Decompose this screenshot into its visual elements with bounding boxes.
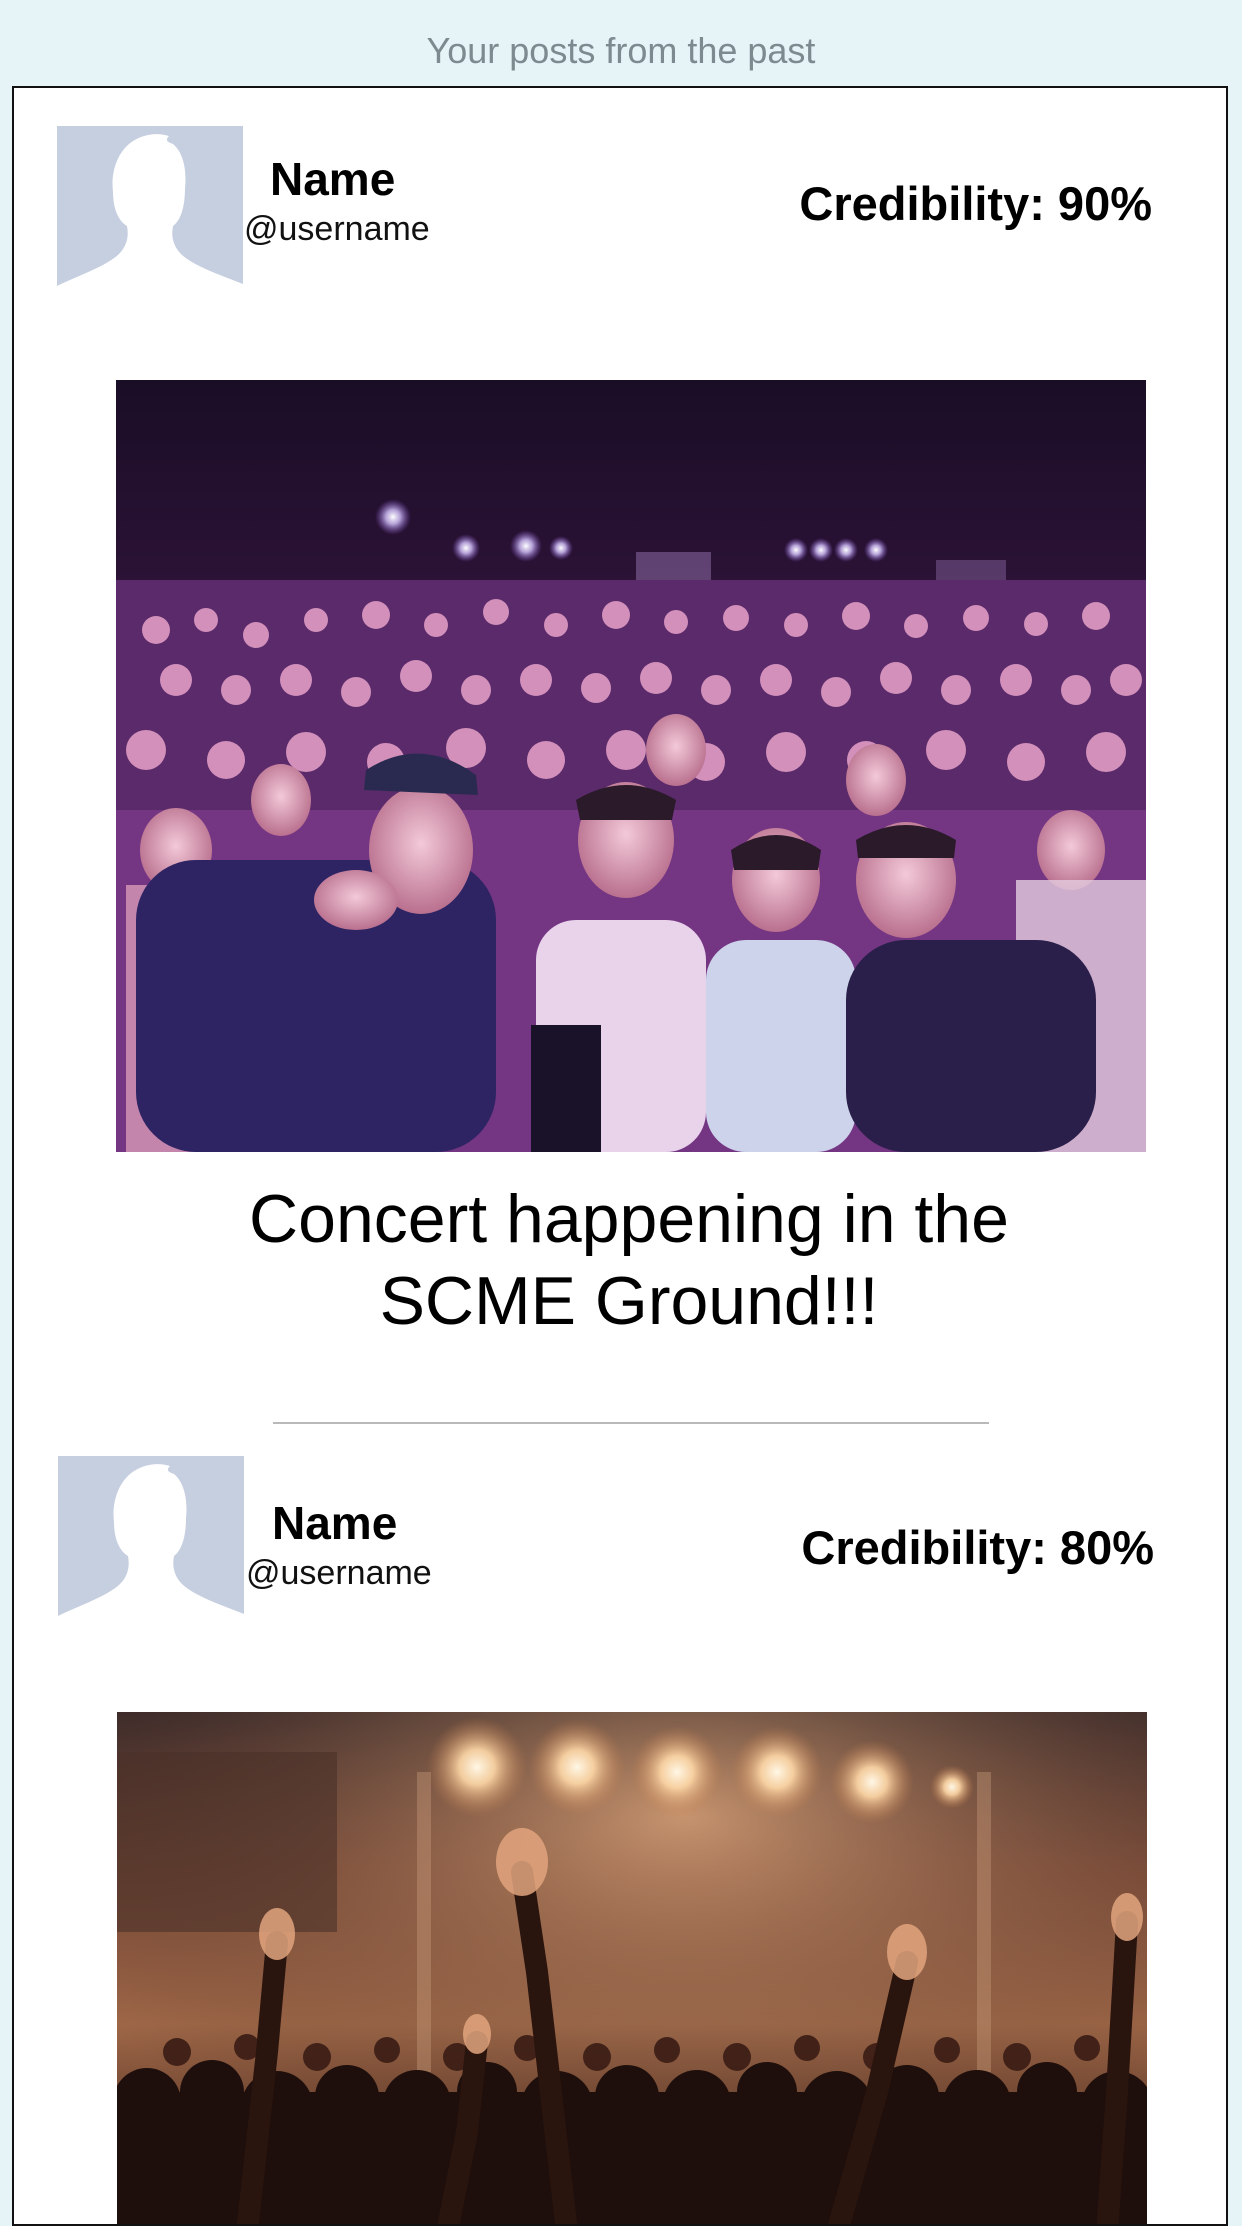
post-image[interactable] <box>116 380 1146 1152</box>
credibility-score: Credibility: 80% <box>801 1521 1154 1574</box>
avatar[interactable] <box>58 1456 244 1632</box>
author-name[interactable]: Name <box>270 152 395 206</box>
avatar[interactable] <box>57 126 243 302</box>
credibility-score: Credibility: 90% <box>799 177 1152 230</box>
author-username[interactable]: @username <box>246 1554 432 1593</box>
post-card: Name @username Credibility: 80% <box>14 1456 1226 2224</box>
default-avatar-icon <box>57 126 243 302</box>
header-bar: Your posts from the past <box>0 0 1242 86</box>
concert-crowd-photo-icon <box>117 1712 1147 2224</box>
post-card: Name @username Credibility: 90% Concert … <box>14 88 1226 1424</box>
concert-selfie-photo-icon <box>116 380 1146 1152</box>
posts-feed[interactable]: Name @username Credibility: 90% Concert … <box>12 86 1228 2226</box>
default-avatar-icon <box>58 1456 244 1632</box>
author-name[interactable]: Name <box>272 1496 397 1550</box>
post-divider <box>273 1422 989 1424</box>
post-caption: Concert happening in the SCME Ground!!! <box>249 1181 1009 1339</box>
page-title: Your posts from the past <box>426 30 816 71</box>
post-image[interactable] <box>117 1712 1147 2224</box>
author-username[interactable]: @username <box>244 210 430 249</box>
